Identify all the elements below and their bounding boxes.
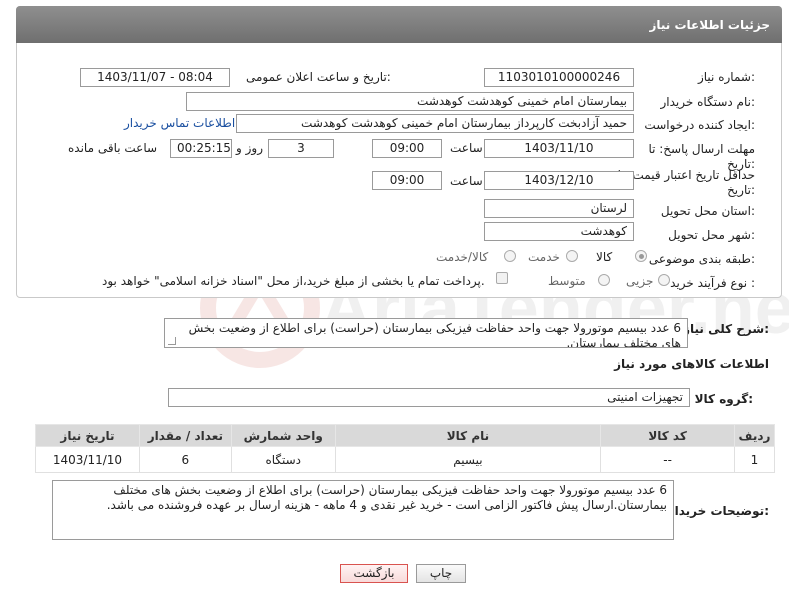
category-option-goods: کالا (596, 250, 613, 264)
buyer-org-field[interactable]: بیمارستان امام خمینی کوهدشت کوهدشت (186, 92, 634, 111)
city-field[interactable]: کوهدشت (484, 222, 634, 241)
payment-checkbox[interactable] (496, 272, 508, 284)
goods-table: تاریخ نیاز تعداد / مقدار واحد شمارش نام … (35, 424, 776, 473)
category-radio-goods-service[interactable] (504, 250, 516, 262)
col-date: تاریخ نیاز (35, 424, 140, 447)
remaining-time-field[interactable]: 00:25:15 (170, 139, 232, 158)
page-title: جزئیات اطلاعات نیاز (649, 17, 770, 32)
category-label: طبقه بندی موضوعی: (648, 252, 755, 266)
cell-code: -- (600, 446, 735, 473)
col-unit: واحد شمارش (230, 424, 336, 447)
buyer-notes-textarea[interactable]: 6 عدد بیسیم موتورولا جهت واحد حفاظت فیزی… (52, 480, 674, 540)
process-radio-minor[interactable] (658, 274, 670, 286)
resize-grip-icon[interactable] (168, 337, 176, 345)
province-field[interactable]: لرستان (484, 199, 634, 218)
need-number-label: شماره نیاز: (697, 70, 755, 84)
category-option-service: خدمت (528, 250, 560, 264)
col-qty: تعداد / مقدار (138, 424, 232, 447)
buyer-notes-label: توضیحات خریدار: (667, 504, 769, 518)
announce-label: تاریخ و ساعت اعلان عمومی: (246, 70, 391, 84)
city-label: شهر محل تحویل: (668, 228, 755, 242)
cell-name: بیسیم (334, 446, 602, 473)
col-name: نام کالا (334, 424, 602, 447)
goods-section-title: اطلاعات کالاهای مورد نیاز (614, 357, 769, 371)
panel-header: جزئیات اطلاعات نیاز (16, 6, 782, 43)
col-code: کد کالا (600, 424, 735, 447)
deadline-time-field[interactable]: 09:00 (372, 139, 442, 158)
process-option-medium: متوسط (548, 274, 586, 288)
col-row: ردیف (733, 424, 776, 447)
buyer-notes-text: 6 عدد بیسیم موتورولا جهت واحد حفاظت فیزی… (106, 483, 667, 512)
table-header-row: تاریخ نیاز تعداد / مقدار واحد شمارش نام … (35, 424, 776, 447)
remaining-label: ساعت باقی مانده (68, 141, 158, 155)
buyer-contact-link[interactable]: اطلاعات تماس خریدار (124, 116, 235, 130)
buyer-org-label: نام دستگاه خریدار: (660, 95, 756, 109)
process-label: نوع فرآیند خرید : (670, 276, 755, 290)
category-radio-service[interactable] (566, 250, 578, 262)
payment-note: پرداخت تمام یا بخشی از مبلغ خرید،از محل … (102, 274, 485, 288)
back-button[interactable]: بازگشت (340, 564, 408, 583)
deadline-date-field[interactable]: 1403/11/10 (484, 139, 634, 158)
process-option-minor: جزیی (626, 274, 654, 288)
cell-unit: دستگاه (230, 446, 336, 473)
print-button[interactable]: چاپ (416, 564, 466, 583)
days-label: روز و (236, 141, 263, 155)
cell-date: 1403/11/10 (35, 446, 140, 473)
need-number-field[interactable]: 1103010100000246 (484, 68, 634, 87)
category-option-goods-service: کالا/خدمت (436, 250, 489, 264)
table-row[interactable]: 1403/11/10 6 دستگاه بیسیم -- 1 (35, 446, 776, 473)
price-valid-time-label: ساعت (450, 174, 483, 188)
category-radio-goods[interactable] (635, 250, 647, 262)
province-label: استان محل تحویل: (660, 204, 755, 218)
announce-field[interactable]: 1403/11/07 - 08:04 (80, 68, 230, 87)
creator-label: ایجاد کننده درخواست: (644, 118, 755, 132)
deadline-time-label: ساعت (450, 141, 483, 155)
goods-group-label: گروه کالا: (694, 392, 753, 406)
days-field[interactable]: 3 (268, 139, 334, 158)
price-valid-date-field[interactable]: 1403/12/10 (484, 171, 634, 190)
price-valid-time-field[interactable]: 09:00 (372, 171, 442, 190)
process-radio-medium[interactable] (598, 274, 610, 286)
cell-row: 1 (733, 446, 776, 473)
summary-label: شرح کلی نیاز: (683, 322, 769, 336)
cell-qty: 6 (138, 446, 232, 473)
summary-text: 6 عدد بیسیم موتورولا جهت واحد حفاظت فیزی… (188, 321, 681, 348)
summary-textarea[interactable]: 6 عدد بیسیم موتورولا جهت واحد حفاظت فیزی… (164, 318, 688, 348)
goods-group-field[interactable]: تجهیزات امنیتی (168, 388, 690, 407)
creator-field[interactable]: حمید آزادبخت کارپرداز بیمارستان امام خمی… (236, 114, 634, 133)
